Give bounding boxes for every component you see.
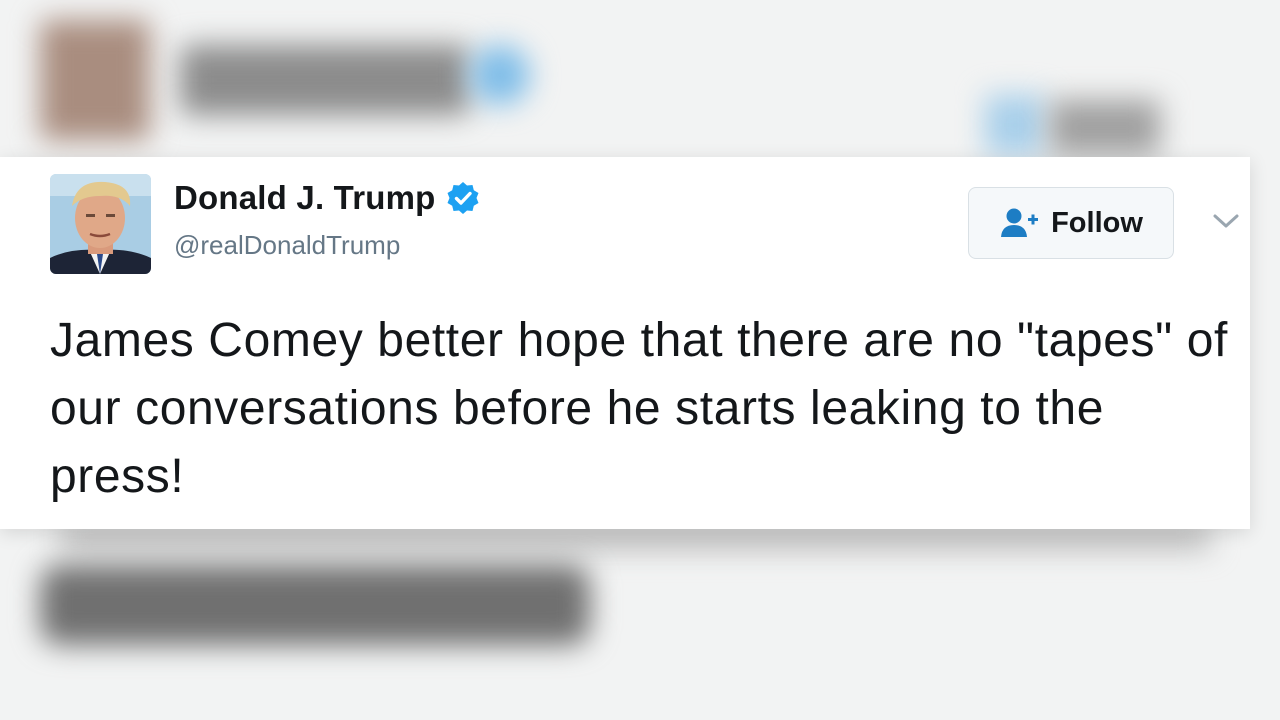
- blurred-follow-icon: [985, 95, 1045, 155]
- blurred-follow-button: [1050, 100, 1160, 155]
- avatar-portrait: [50, 174, 151, 274]
- tweet-text: James Comey better hope that there are n…: [50, 314, 1228, 503]
- tweet-screen: Donald J. Trump @realDonaldTrump Follow …: [0, 0, 1280, 720]
- blurred-name: [180, 45, 470, 115]
- verified-badge-icon: [447, 182, 479, 214]
- tweet-card: Donald J. Trump @realDonaldTrump Follow …: [0, 157, 1250, 529]
- blurred-avatar: [40, 20, 150, 140]
- add-user-icon: [1001, 208, 1039, 237]
- blurred-verified-icon: [470, 45, 530, 105]
- follow-button-label: Follow: [1051, 206, 1143, 239]
- blurred-text-block: [40, 565, 590, 645]
- avatar[interactable]: [50, 174, 151, 274]
- chevron-down-icon[interactable]: [1212, 212, 1240, 230]
- follow-button[interactable]: Follow: [968, 187, 1174, 259]
- author-handle[interactable]: @realDonaldTrump: [174, 230, 400, 261]
- author-name-row: Donald J. Trump: [174, 179, 480, 217]
- author-display-name[interactable]: Donald J. Trump: [174, 179, 436, 217]
